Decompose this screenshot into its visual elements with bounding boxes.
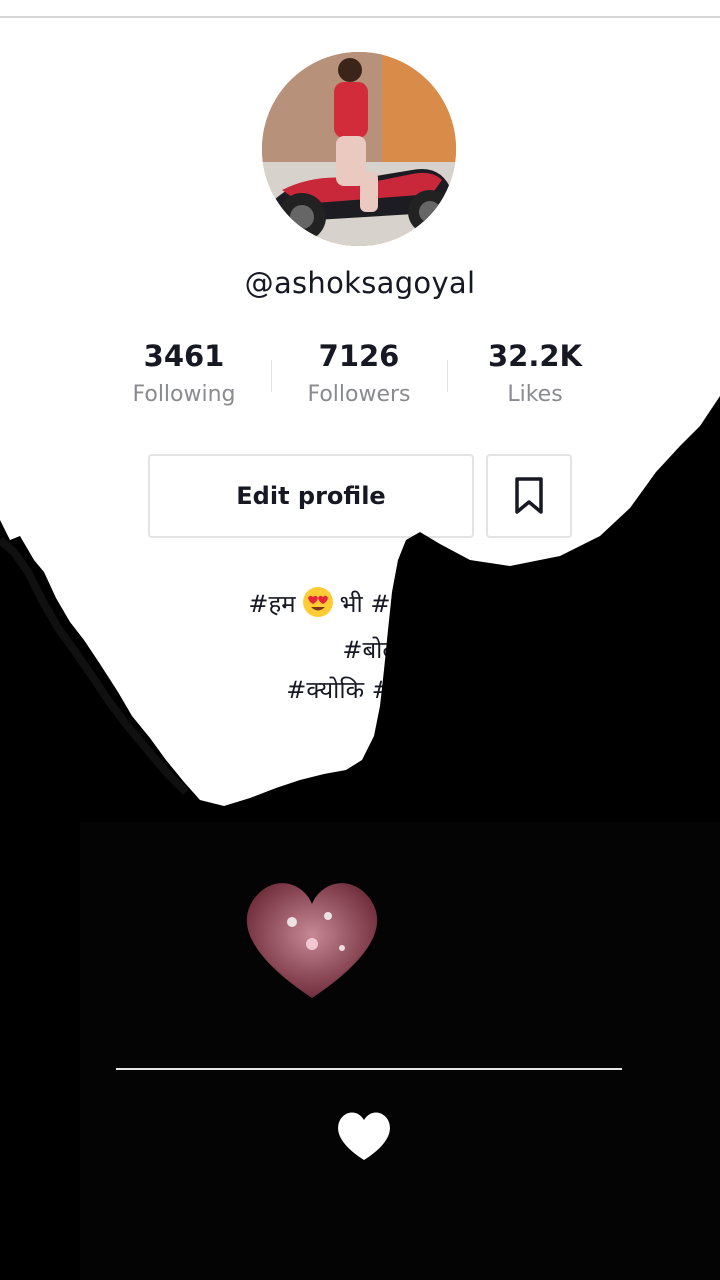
heart-eyes-emoji [302, 586, 334, 630]
divider-line [116, 1068, 622, 1070]
white-heart-icon [332, 1108, 396, 1168]
following-stat[interactable]: 3461 Following [99, 336, 269, 407]
likes-count: 32.2K [487, 339, 583, 373]
followers-count: 7126 [318, 339, 400, 373]
stat-divider [271, 360, 272, 392]
status-bar-divider [0, 16, 720, 18]
likes-label: Likes [507, 382, 563, 407]
bookmark-icon [515, 477, 543, 514]
username: @ashoksagoyal [244, 266, 476, 300]
avatar[interactable] [262, 52, 456, 246]
favorites-button[interactable] [486, 454, 572, 538]
stat-divider [447, 360, 448, 392]
pink-hearts-icon [232, 872, 392, 1016]
bio-text: #हम [248, 590, 296, 618]
avatar-photo [262, 52, 456, 246]
following-label: Following [132, 382, 236, 407]
edit-profile-button[interactable]: Edit profile [148, 454, 474, 538]
bio-line-2: #बोलते_न [342, 636, 438, 664]
following-count: 3461 [143, 339, 225, 373]
bio-text: भी #_मोहब्बत [339, 590, 472, 618]
bio-line-3: #क्योकि #रिश्ते_ [286, 676, 444, 704]
bio-line-1: #हम भी #_मोहब्बत [0, 584, 720, 630]
bio: #हम भी #_मोहब्बत #बोलते_न #क्योकि #रिश्ते… [0, 584, 720, 710]
likes-stat[interactable]: 32.2K Likes [450, 336, 620, 407]
followers-label: Followers [307, 382, 411, 407]
followers-stat[interactable]: 7126 Followers [274, 336, 444, 407]
